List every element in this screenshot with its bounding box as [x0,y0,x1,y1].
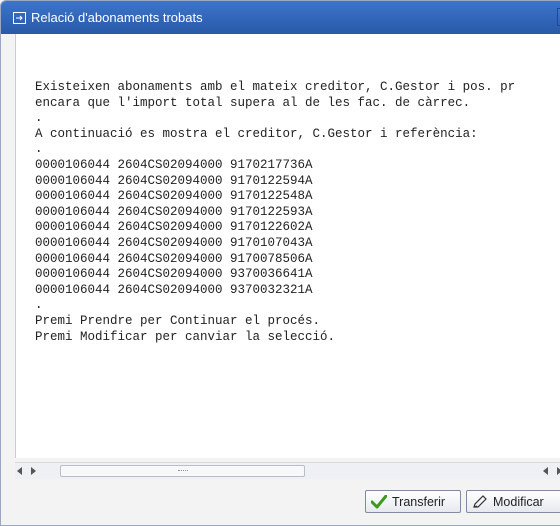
message-line: . [35,111,43,126]
message-line: 0000106044 2604CS02094000 9170217736A [35,157,313,172]
transfer-label: Transferir [392,494,446,509]
message-line: 0000106044 2604CS02094000 9170078506A [35,251,313,266]
message-line: 0000106044 2604CS02094000 9370036641A [35,267,313,282]
message-line: 0000106044 2604CS02094000 9170107043A [35,235,313,250]
checkmark-icon [370,494,388,510]
message-text: Existeixen abonaments amb el mateix cred… [35,80,515,345]
dialog-icon [13,11,26,24]
message-line: Premi Modificar per canviar la selecció. [35,329,336,344]
message-line: 0000106044 2604CS02094000 9170122594A [35,173,313,188]
dialog-title: Relació d'abonaments trobats [31,10,203,25]
message-line: A continuació es mostra el creditor, C.G… [35,126,478,141]
dialog-window: Relació d'abonaments trobats X Existeixe… [0,0,560,526]
message-line: Premi Prendre per Continuar el procés. [35,313,321,328]
modify-button[interactable]: Modificar [466,490,560,513]
message-line: 0000106044 2604CS02094000 9170122593A [35,204,313,219]
pencil-icon [471,494,489,510]
message-line: . [35,298,43,313]
message-line: 0000106044 2604CS02094000 9170122602A [35,220,313,235]
message-line: 0000106044 2604CS02094000 9370032321A [35,282,313,297]
scroll-right-icon[interactable] [29,466,39,476]
scroll-left-icon-end[interactable] [541,466,551,476]
scroll-right-icon-end[interactable] [555,466,560,476]
message-panel: Existeixen abonaments amb el mateix cred… [15,34,560,458]
message-line: 0000106044 2604CS02094000 9170122548A [35,189,313,204]
scroll-thumb[interactable] [60,465,305,477]
message-line: . [35,142,43,157]
message-line: Existeixen abonaments amb el mateix cred… [35,80,516,94]
scroll-left-icon[interactable] [15,466,25,476]
horizontal-scrollbar[interactable] [15,462,560,479]
title-bar: Relació d'abonaments trobats X [1,1,560,34]
transfer-button[interactable]: Transferir [365,490,461,513]
modify-label: Modificar [493,494,544,509]
button-bar: Transferir Modificar [1,485,560,525]
message-line: encara que l'import total supera al de l… [35,95,471,110]
